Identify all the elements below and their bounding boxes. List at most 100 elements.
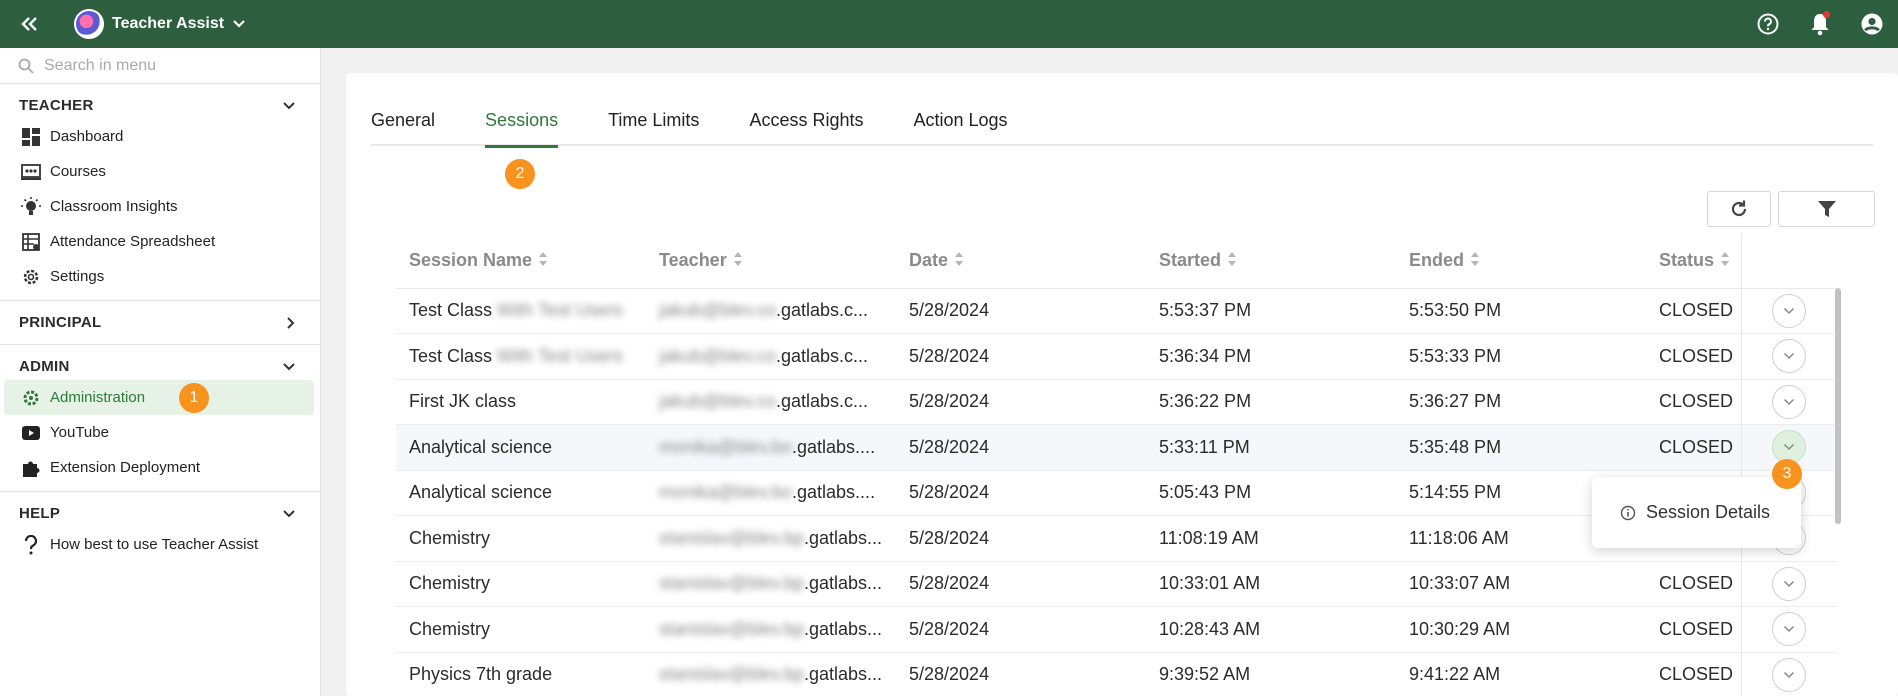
sidebar-item-label: Dashboard <box>50 128 124 145</box>
step-badge: 1 <box>179 383 209 413</box>
table-scrollbar[interactable] <box>1834 288 1842 696</box>
column-header-teacher[interactable]: Teacher <box>646 234 896 289</box>
cell-date: 5/28/2024 <box>896 288 1146 334</box>
row-expand-button[interactable] <box>1771 566 1806 601</box>
gear-icon <box>20 266 42 288</box>
chevron-down-icon <box>1783 353 1794 360</box>
notification-dot <box>1823 11 1830 18</box>
table-row[interactable]: Analytical science monika@blev.bo.gatlabs… <box>396 424 1836 471</box>
row-expand-button[interactable] <box>1771 384 1806 419</box>
puzzle-icon <box>20 457 42 479</box>
table-row[interactable]: First JK class jakub@blev.co.gatlabs.c...… <box>396 379 1836 425</box>
cell-session-name: Analytical science <box>396 470 646 516</box>
app-switcher-chevron-icon[interactable] <box>232 19 246 29</box>
cell-ended: 5:36:27 PM <box>1396 379 1646 425</box>
cell-teacher: stanislav@blev.bp.gatlabs... <box>646 652 896 696</box>
session-name-text: Physics 7th grade <box>409 664 553 685</box>
sidebar-item-classroom-insights[interactable]: Classroom Insights <box>0 189 320 224</box>
chevron-down-icon <box>1783 626 1794 633</box>
sidebar-item-how-to-use[interactable]: How best to use Teacher Assist <box>0 527 320 562</box>
app-name[interactable]: Teacher Assist <box>112 15 224 33</box>
row-expand-button[interactable] <box>1771 657 1806 692</box>
tab-action-logs[interactable]: Action Logs <box>913 110 1007 146</box>
session-name-text: Test Class <box>409 345 498 366</box>
cell-session-name: Physics 7th grade <box>396 652 646 696</box>
column-header-started[interactable]: Started <box>1146 234 1396 289</box>
cell-actions <box>1740 652 1836 696</box>
table-row[interactable]: Test Class With Test Users jakub@blev.co.… <box>396 288 1836 334</box>
row-expand-button[interactable] <box>1771 612 1806 647</box>
section-toggle-principal[interactable]: PRINCIPAL <box>0 301 320 344</box>
chevron-down-icon <box>283 101 295 109</box>
tab-time-limits[interactable]: Time Limits <box>608 110 699 146</box>
cell-actions <box>1740 333 1836 380</box>
session-details-menu-item[interactable]: Session Details <box>1592 477 1801 548</box>
cell-status: CLOSED <box>1646 379 1741 425</box>
tab-general[interactable]: General <box>371 110 435 146</box>
sidebar-item-extension-deployment[interactable]: Extension Deployment <box>0 450 320 485</box>
sidebar-item-dashboard[interactable]: Dashboard <box>0 119 320 154</box>
redacted-text: jakub@blev.co <box>659 391 776 412</box>
account-avatar-icon[interactable] <box>1846 0 1898 48</box>
sidebar-item-label: Administration <box>50 389 146 406</box>
notifications-bell-icon[interactable] <box>1794 0 1846 48</box>
question-icon <box>20 534 42 556</box>
cell-actions <box>1740 288 1836 334</box>
search-icon <box>18 58 34 74</box>
cell-status: CLOSED <box>1646 333 1741 380</box>
row-expand-button[interactable] <box>1771 293 1806 328</box>
sidebar-item-settings[interactable]: Settings <box>0 259 320 294</box>
dashboard-icon <box>20 126 42 148</box>
cell-date: 5/28/2024 <box>896 561 1146 607</box>
cell-teacher: jakub@blev.co.gatlabs.c... <box>646 288 896 334</box>
header-label: Date <box>909 249 949 270</box>
cell-session-name: Test Class With Test Users <box>396 333 646 380</box>
cell-teacher: monika@blev.bo.gatlabs.... <box>646 424 896 471</box>
table-row[interactable]: Physics 7th grade stanislav@blev.bp.gatla… <box>396 652 1836 696</box>
column-header-session-name[interactable]: Session Name <box>396 234 646 289</box>
column-header-date[interactable]: Date <box>896 234 1146 289</box>
cell-ended: 5:53:50 PM <box>1396 288 1646 334</box>
step-badge: 2 <box>505 159 535 189</box>
tab-access-rights[interactable]: Access Rights <box>749 110 863 146</box>
column-header-ended[interactable]: Ended <box>1396 234 1646 289</box>
redacted-text: With Test Users <box>497 345 623 366</box>
cell-actions <box>1740 379 1836 425</box>
filter-button[interactable] <box>1778 191 1875 227</box>
sort-icon <box>1470 251 1480 272</box>
collapse-sidebar-button[interactable] <box>0 0 60 48</box>
cell-status: CLOSED <box>1646 652 1741 696</box>
cell-date: 5/28/2024 <box>896 515 1146 562</box>
column-header-status[interactable]: Status <box>1646 234 1741 289</box>
cell-started: 9:39:52 AM <box>1146 652 1396 696</box>
redacted-text: stanislav@blev.bp <box>659 618 805 639</box>
session-name-text: Chemistry <box>409 573 491 594</box>
sidebar-item-youtube[interactable]: YouTube <box>0 415 320 450</box>
cell-teacher: stanislav@blev.bp.gatlabs... <box>646 561 896 607</box>
teacher-text: .gatlabs.c... <box>776 300 869 321</box>
cell-started: 5:53:37 PM <box>1146 288 1396 334</box>
sidebar-item-label: Attendance Spreadsheet <box>50 233 216 250</box>
sidebar-item-attendance-spreadsheet[interactable]: Attendance Spreadsheet <box>0 224 320 259</box>
sidebar-section-admin: ADMIN Administration 1 YouTube Extension… <box>0 345 320 492</box>
table-row[interactable]: Chemistry stanislav@blev.bp.gatlabs... 5/2… <box>396 561 1836 607</box>
sidebar-item-courses[interactable]: Courses <box>0 154 320 189</box>
cell-ended: 5:53:33 PM <box>1396 333 1646 380</box>
scrollbar-thumb[interactable] <box>1835 288 1841 524</box>
tab-sessions[interactable]: Sessions <box>485 110 559 148</box>
header-label: Teacher <box>659 249 727 270</box>
chevron-down-icon <box>283 362 295 370</box>
row-expand-button[interactable] <box>1771 339 1806 374</box>
refresh-button[interactable] <box>1707 191 1771 227</box>
menu-search-input[interactable] <box>44 56 304 75</box>
youtube-icon <box>20 422 42 444</box>
redacted-text: monika@blev.bo <box>659 482 793 503</box>
sidebar-item-administration[interactable]: Administration 1 <box>4 380 314 415</box>
cell-session-name: Chemistry <box>396 561 646 607</box>
table-row[interactable]: Test Class With Test Users jakub@blev.co.… <box>396 333 1836 380</box>
table-row[interactable]: Chemistry stanislav@blev.bp.gatlabs... 5/2… <box>396 606 1836 653</box>
help-icon[interactable] <box>1742 0 1794 48</box>
header-label: Started <box>1159 249 1222 270</box>
teacher-text: .gatlabs... <box>804 573 883 594</box>
sort-icon <box>733 251 743 272</box>
